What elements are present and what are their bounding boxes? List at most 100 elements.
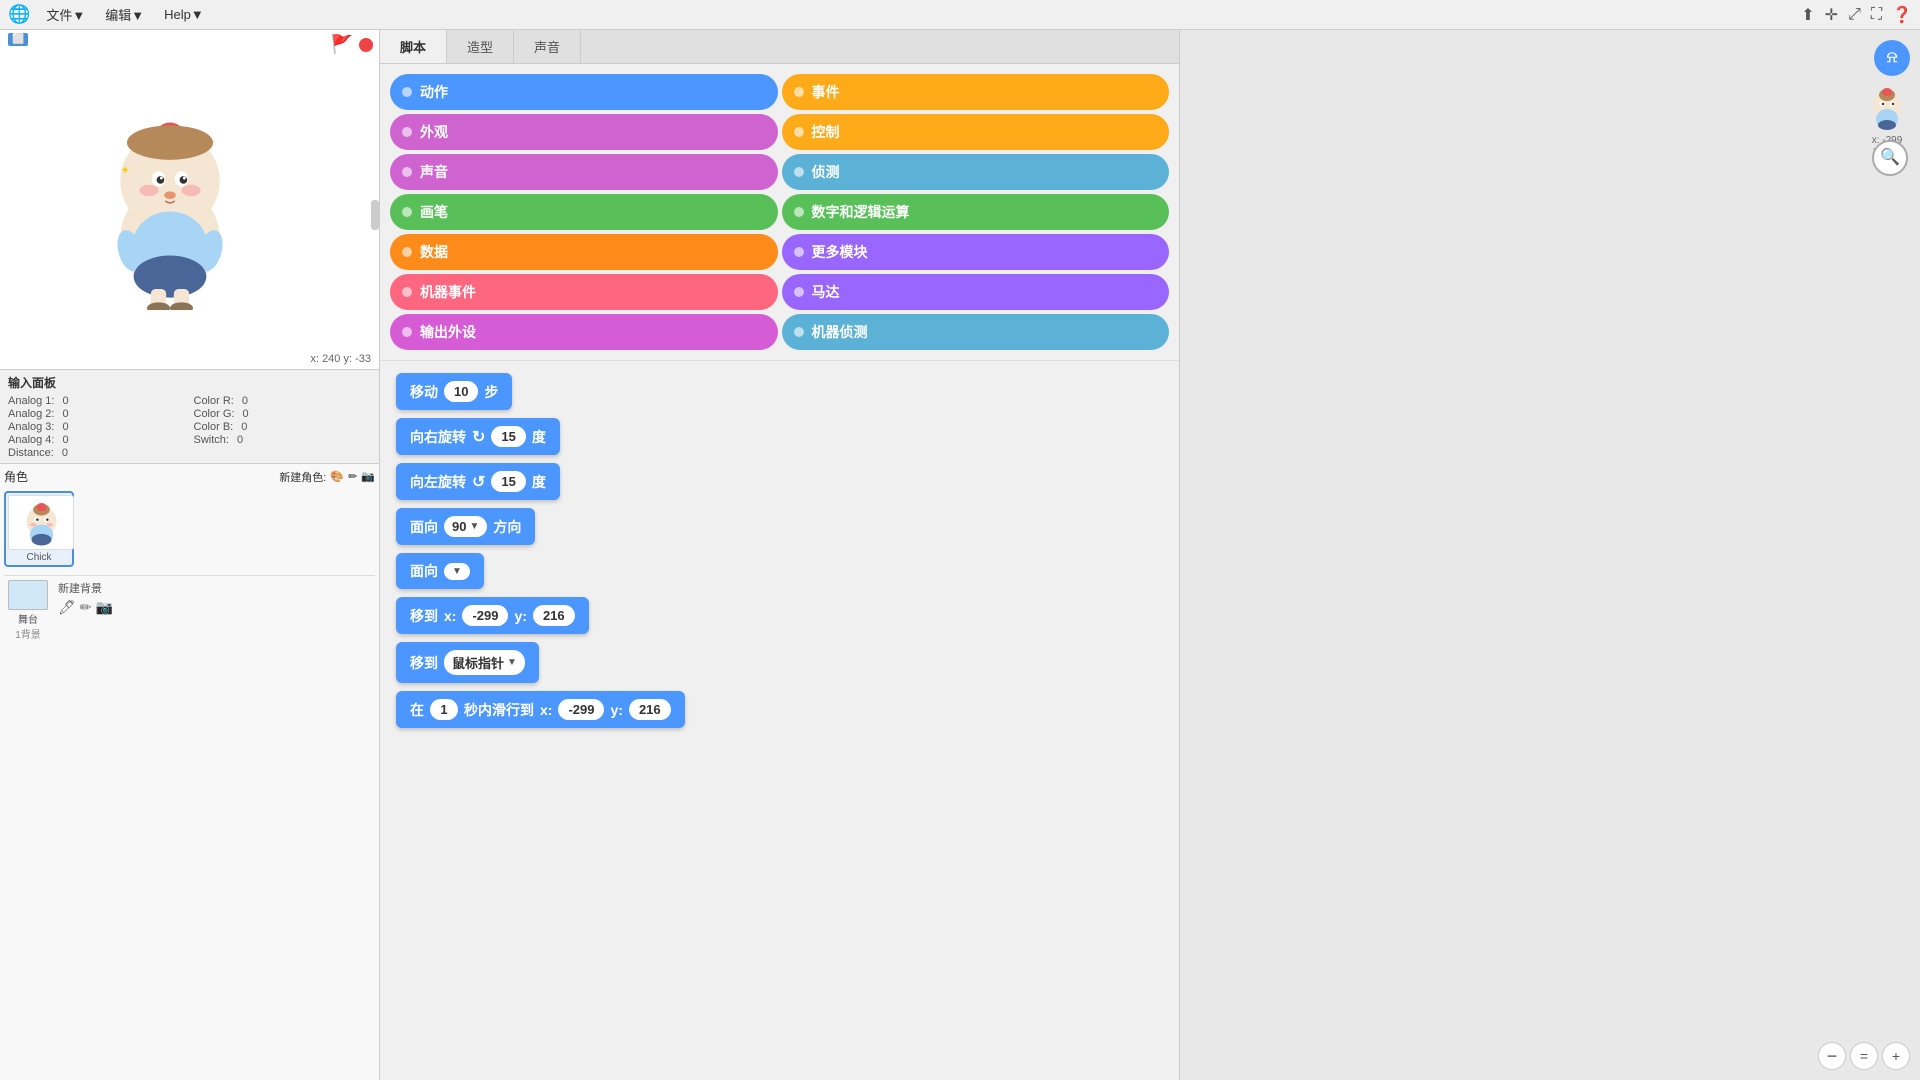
bluetooth-icon[interactable]: ⍾ [1874,40,1910,76]
block-move-value[interactable]: 10 [444,381,478,402]
block-face-direction-dropdown[interactable]: 90 ▼ [444,516,487,537]
motion-dot [402,87,412,97]
zoom-in-icon: + [1892,1048,1900,1064]
zoom-out-button[interactable]: − [1818,1042,1846,1070]
category-sensing[interactable]: 侦测 [782,154,1170,190]
stage-area: ⬜ 🚩 [0,30,379,370]
block-row-turn-right: 向右旋转 ↻ 15 度 [396,418,1163,455]
block-turn-left[interactable]: 向左旋转 ↻ 15 度 [396,463,560,500]
sound-dot [402,167,412,177]
zoom-in-button[interactable]: + [1882,1042,1910,1070]
sprite-thumb-chick [8,495,74,550]
paint-new-sprite-icon[interactable]: 🎨 [330,470,344,483]
switch-value: 0 [237,434,243,446]
category-motion[interactable]: 动作 [390,74,778,110]
block-goto-xy-label: 移到 [410,606,438,626]
left-panel: ⬜ 🚩 [0,30,380,1080]
edit-menu[interactable]: 编辑▼ [101,3,148,26]
preview-sprite-thumb [1862,85,1912,135]
tab-script[interactable]: 脚本 [380,30,447,63]
block-glide-time[interactable]: 1 [430,699,458,720]
help-menu[interactable]: Help▼ [160,5,208,24]
tab-costumes[interactable]: 造型 [447,30,514,63]
category-operators[interactable]: 数字和逻辑运算 [782,194,1170,230]
block-glide-xvalue[interactable]: -299 [558,699,604,720]
paint-backdrop-icon[interactable]: 🖊 [58,599,76,616]
machine-event-label: 机器事件 [420,282,476,302]
sprite-name-chick: Chick [8,552,70,563]
category-motor[interactable]: 马达 [782,274,1170,310]
edit-new-sprite-icon[interactable]: ✏ [348,470,357,483]
block-turn-right-value[interactable]: 15 [491,426,525,447]
camera-new-sprite-icon[interactable]: 📷 [361,470,375,483]
blocks-area: 移动 10 步 向右旋转 ↻ 15 度 向左旋转 ↻ 15 [380,361,1179,1080]
backdrop-item[interactable]: 舞台 1背景 [8,580,48,641]
category-more[interactable]: 更多模块 [782,234,1170,270]
input-panel: 输入面板 Analog 1:0 Analog 2:0 Analog 3:0 An… [0,370,379,464]
input-panel-grid: Analog 1:0 Analog 2:0 Analog 3:0 Analog … [8,395,371,459]
block-goto-xy-xvalue[interactable]: -299 [462,605,508,626]
looks-label: 外观 [420,122,448,142]
block-face-toward[interactable]: 面向 ▼ [396,553,484,589]
category-machine-event[interactable]: 机器事件 [390,274,778,310]
stage-resize-handle[interactable] [371,200,379,230]
svg-text:✦: ✦ [120,165,130,177]
more-dot [794,247,804,257]
category-events[interactable]: 事件 [782,74,1170,110]
block-face-direction[interactable]: 面向 90 ▼ 方向 [396,508,535,545]
fullscreen-icon[interactable]: ⛶ [1871,6,1882,24]
expand-icon[interactable]: ⤢ [1848,6,1861,24]
tab-sounds[interactable]: 声音 [514,30,581,63]
block-goto-xy[interactable]: 移到 x: -299 y: 216 [396,597,589,634]
machine-event-dot [402,287,412,297]
machine-sense-label: 机器侦测 [812,322,868,342]
block-face-toward-dropdown[interactable]: ▼ [444,563,470,580]
block-goto-xy-yvalue[interactable]: 216 [533,605,575,626]
category-looks[interactable]: 外观 [390,114,778,150]
chevron-down-icon-2: ▼ [452,566,462,577]
block-turn-right[interactable]: 向右旋转 ↻ 15 度 [396,418,560,455]
category-control[interactable]: 控制 [782,114,1170,150]
stop-button[interactable] [359,38,373,52]
block-glide-yvalue[interactable]: 216 [629,699,671,720]
edit-backdrop-icon[interactable]: ✏ [80,599,92,616]
category-machine-sense[interactable]: 机器侦测 [782,314,1170,350]
block-goto-target[interactable]: 移到 鼠标指针 ▼ [396,642,539,683]
chevron-down-icon-3: ▼ [507,657,517,668]
camera-backdrop-icon[interactable]: 📷 [96,599,113,616]
block-glide[interactable]: 在 1 秒内滑行到 x: -299 y: 216 [396,691,685,728]
cursor-icon[interactable]: ✛ [1825,5,1838,25]
input-panel-title: 输入面板 [8,374,371,391]
menubar: 🌐 文件▼ 编辑▼ Help▼ ⬆ ✛ ⤢ ⛶ ❓ [0,0,1920,30]
character-display: ✦ [60,70,280,330]
zoom-reset-button[interactable]: = [1850,1042,1878,1070]
search-icon[interactable]: 🔍 [1872,140,1908,176]
block-glide-ylabel: y: [610,702,622,718]
category-sound[interactable]: 声音 [390,154,778,190]
block-turn-right-suffix: 度 [532,427,546,447]
upload-icon[interactable]: ⬆ [1801,5,1814,25]
script-area: ⍾ x: -299 y: 216 🔍 [1180,30,1920,1080]
question-icon[interactable]: ❓ [1892,5,1912,25]
block-move[interactable]: 移动 10 步 [396,373,512,410]
block-turn-left-value[interactable]: 15 [491,471,525,492]
block-goto-target-dropdown[interactable]: 鼠标指针 ▼ [444,650,525,675]
motion-label: 动作 [420,82,448,102]
category-pen[interactable]: 画笔 [390,194,778,230]
block-goto-target-value: 鼠标指针 [452,653,504,672]
block-face-direction-label: 面向 [410,517,438,537]
category-output[interactable]: 输出外设 [390,314,778,350]
control-dot [794,127,804,137]
sprite-item-chick[interactable]: Chick [4,491,74,567]
sprites-grid: Chick [4,491,375,567]
sensing-dot [794,167,804,177]
green-flag-button[interactable]: 🚩 [331,34,353,55]
new-sprite-label: 新建角色: [279,469,326,485]
search-symbol: 🔍 [1880,150,1900,166]
file-menu[interactable]: 文件▼ [42,3,89,26]
block-goto-xy-ylabel: y: [514,608,526,624]
block-move-suffix: 步 [484,382,498,402]
control-label: 控制 [812,122,840,142]
stage-controls: 🚩 [331,34,373,55]
category-data[interactable]: 数据 [390,234,778,270]
